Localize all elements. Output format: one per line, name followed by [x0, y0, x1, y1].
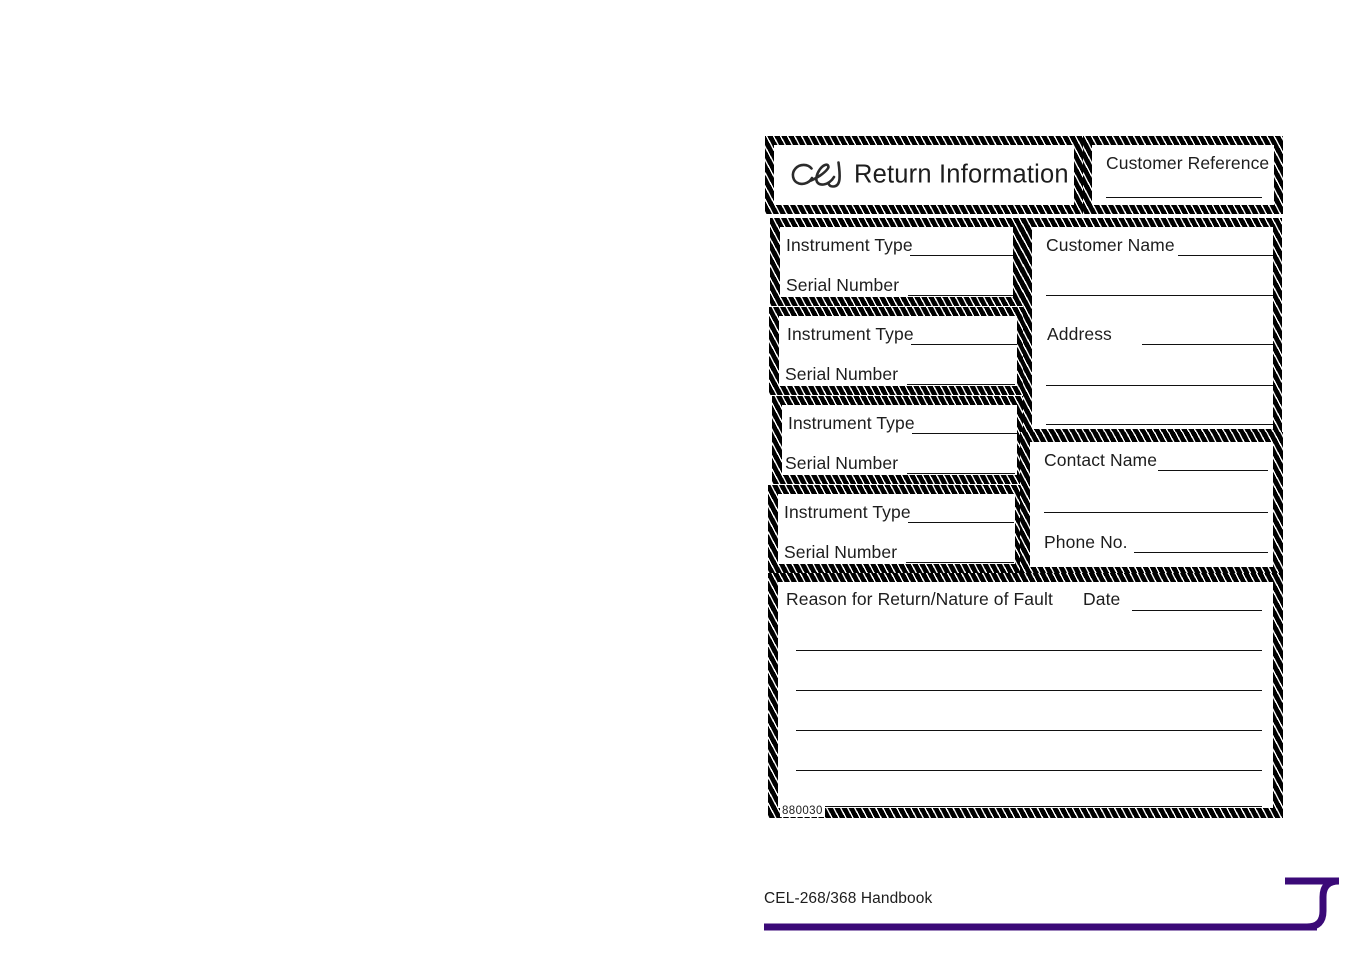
instrument-type-label-3: Instrument Type [788, 413, 915, 433]
reason-for-return-label: Reason for Return/Nature of Fault [786, 589, 1053, 609]
reason-for-return-inner: Reason for Return/Nature of Fault Date [778, 582, 1273, 808]
customer-reference-input-line[interactable] [1106, 197, 1262, 198]
instrument-type-input-line-1[interactable] [910, 255, 1013, 256]
instrument-block-3-inner: Instrument Type Serial Number [782, 405, 1017, 475]
instrument-type-label-1: Instrument Type [786, 235, 913, 255]
instrument-block-2-inner: Instrument Type Serial Number [779, 316, 1017, 386]
instrument-block-4-inner: Instrument Type Serial Number [778, 494, 1015, 564]
form-header-title-inner: Return Information [774, 145, 1074, 205]
phone-number-label: Phone No. [1044, 532, 1128, 552]
form-header-title-panel: Return Information [765, 136, 1083, 214]
reason-input-line-2[interactable] [796, 690, 1262, 691]
address-input-line-3[interactable] [1046, 424, 1273, 425]
return-information-form: Return Information Customer Reference In… [765, 136, 1283, 818]
instrument-type-label-2: Instrument Type [787, 324, 914, 344]
cel-logo-icon [791, 161, 841, 188]
reason-input-line-5[interactable] [796, 806, 1262, 807]
date-label: Date [1083, 589, 1121, 609]
reason-input-line-1[interactable] [796, 650, 1262, 651]
customer-name-input-line-2[interactable] [1046, 295, 1273, 296]
phone-number-input-line[interactable] [1134, 552, 1268, 553]
date-input-line[interactable] [1132, 610, 1262, 611]
contact-name-input-line-2[interactable] [1044, 512, 1268, 513]
serial-number-label-1: Serial Number [786, 275, 900, 295]
form-code-label: 880030 [780, 805, 825, 817]
customer-name-label: Customer Name [1046, 235, 1175, 255]
serial-number-input-line-1[interactable] [908, 295, 1013, 296]
serial-number-label-4: Serial Number [784, 542, 898, 562]
contact-details-inner: Contact Name Phone No. [1030, 442, 1273, 567]
form-title: Return Information [854, 160, 1069, 189]
contact-details-panel: Contact Name Phone No. [1020, 432, 1283, 577]
reason-input-line-4[interactable] [796, 770, 1262, 771]
instrument-type-label-4: Instrument Type [784, 502, 911, 522]
reason-input-line-3[interactable] [796, 730, 1262, 731]
address-label: Address [1047, 324, 1112, 344]
customer-reference-label: Customer Reference [1106, 153, 1270, 173]
instrument-type-input-line-2[interactable] [911, 344, 1017, 345]
customer-details-inner: Customer Name Address [1032, 227, 1273, 429]
footer-decorative-rule [764, 877, 1340, 931]
customer-reference-panel: Customer Reference [1083, 136, 1283, 214]
instrument-type-input-line-3[interactable] [912, 433, 1017, 434]
reason-for-return-panel: Reason for Return/Nature of Fault Date 8… [768, 573, 1283, 818]
instrument-block-2: Instrument Type Serial Number [769, 307, 1027, 395]
address-input-line-1[interactable] [1142, 344, 1273, 345]
serial-number-label-3: Serial Number [785, 453, 899, 473]
instrument-block-3: Instrument Type Serial Number [772, 396, 1027, 484]
serial-number-input-line-2[interactable] [907, 384, 1015, 385]
instrument-block-1-inner: Instrument Type Serial Number [780, 227, 1013, 297]
contact-name-input-line-1[interactable] [1158, 470, 1268, 471]
contact-name-label: Contact Name [1044, 450, 1158, 470]
customer-name-input-line-1[interactable] [1178, 255, 1273, 256]
serial-number-input-line-3[interactable] [907, 473, 1015, 474]
serial-number-input-line-4[interactable] [906, 562, 1014, 563]
address-input-line-2[interactable] [1046, 385, 1273, 386]
instrument-type-input-line-4[interactable] [908, 522, 1014, 523]
instrument-block-4: Instrument Type Serial Number [768, 485, 1025, 573]
customer-reference-inner: Customer Reference [1092, 145, 1274, 205]
instrument-block-1: Instrument Type Serial Number [770, 218, 1023, 306]
serial-number-label-2: Serial Number [785, 364, 899, 384]
customer-details-panel: Customer Name Address [1023, 218, 1282, 438]
